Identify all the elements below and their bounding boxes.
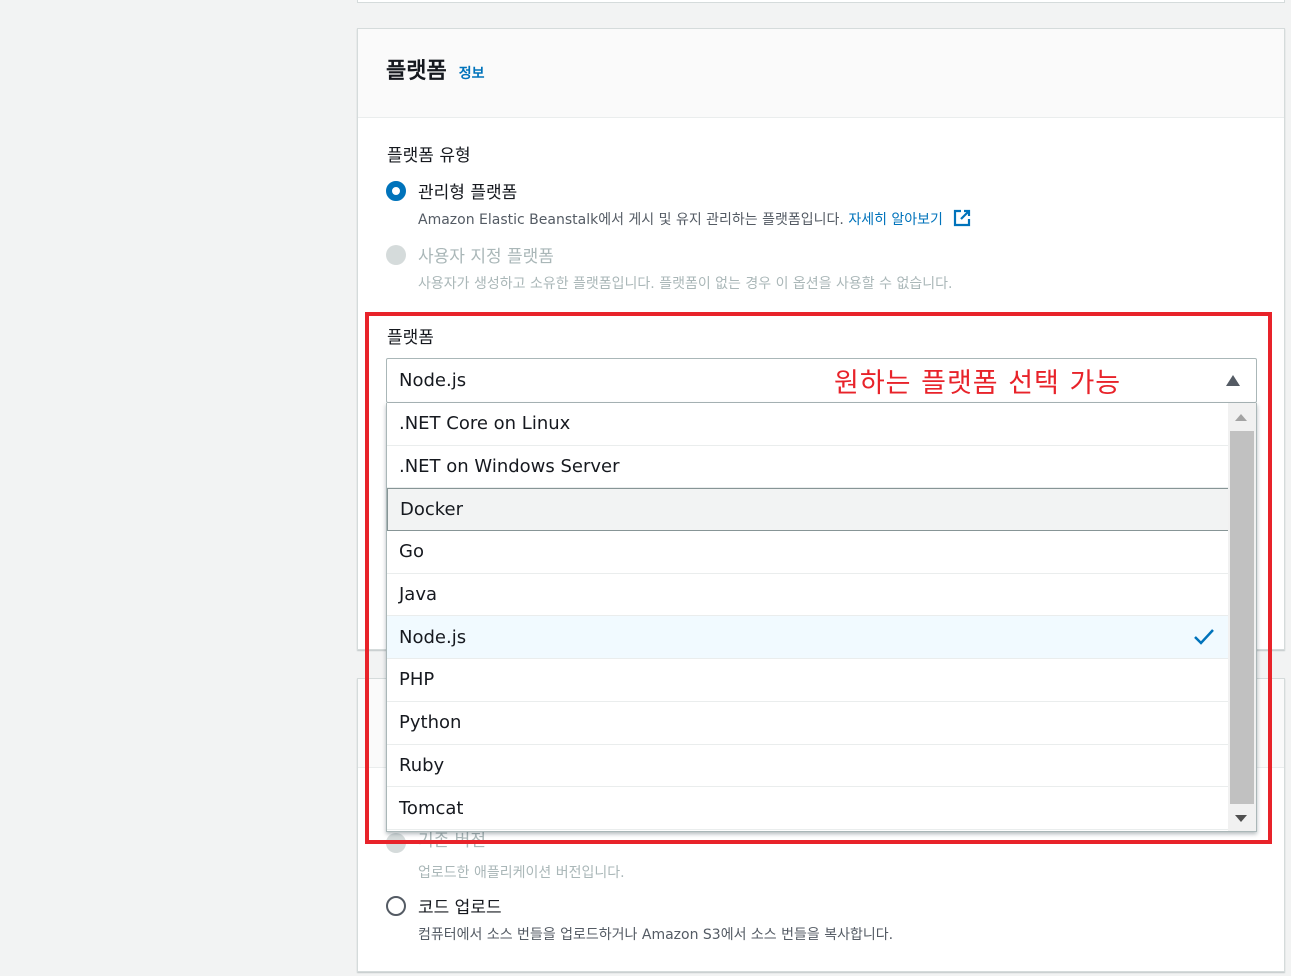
platform-field-label: 플랫폼 [387,328,434,348]
radio-upload-code[interactable]: 코드 업로드 컴퓨터에서 소스 번들을 업로드하거나 Amazon S3에서 소… [386,893,893,944]
check-icon [1194,629,1214,646]
radio-existing-version[interactable] [386,833,406,853]
option-java[interactable]: Java [387,574,1229,617]
scroll-thumb[interactable] [1230,431,1254,804]
managed-platform-desc: Amazon Elastic Beanstalk에서 게시 및 유지 관리하는 … [418,209,971,229]
radio-disabled-icon[interactable] [386,245,406,265]
option-php[interactable]: PHP [387,659,1229,702]
platform-dropdown-list: .NET Core on Linux .NET on Windows Serve… [386,403,1257,832]
external-link-icon[interactable] [953,209,971,227]
platform-select[interactable]: Node.js [386,358,1257,403]
info-link[interactable]: 정보 [459,63,485,83]
option-label: .NET on Windows Server [399,456,620,478]
dropdown-scrollbar[interactable] [1228,403,1256,831]
option-label: Go [399,541,424,563]
option-label: Tomcat [399,797,464,819]
option-ruby[interactable]: Ruby [387,745,1229,788]
annotation-text: 원하는 플랫폼 선택 가능 [834,368,1122,399]
learn-more-link[interactable]: 자세히 알아보기 [848,212,943,228]
existing-version-desc: 업로드한 애플리케이션 버전입니다. [418,865,625,881]
managed-platform-label: 관리형 플랫폼 [418,183,518,203]
option-docker[interactable]: Docker [387,488,1229,532]
radio-custom-platform[interactable]: 사용자 지정 플랫폼 사용자가 생성하고 소유한 플랫폼입니다. 플랫폼이 없는… [386,242,952,293]
option-dotnet-windows[interactable]: .NET on Windows Server [387,446,1229,489]
radio-managed-platform[interactable]: 관리형 플랫폼 Amazon Elastic Beanstalk에서 게시 및 … [386,178,971,229]
option-label: Ruby [399,754,445,776]
option-nodejs[interactable]: Node.js [387,616,1229,660]
custom-platform-label: 사용자 지정 플랫폼 [418,247,554,267]
previous-card-bottom [357,0,1285,3]
card-title: 플랫폼 [386,59,447,84]
scroll-down-arrow-icon[interactable] [1235,815,1247,822]
upload-code-label: 코드 업로드 [418,898,502,918]
radio-checked-icon[interactable] [386,181,406,201]
option-tomcat[interactable]: Tomcat [387,787,1229,830]
option-python[interactable]: Python [387,702,1229,745]
managed-desc-text: Amazon Elastic Beanstalk에서 게시 및 유지 관리하는 … [418,212,844,228]
option-label: Java [399,584,438,606]
scroll-up-arrow-icon[interactable] [1235,414,1247,421]
upload-code-desc: 컴퓨터에서 소스 번들을 업로드하거나 Amazon S3에서 소스 번들을 복… [418,927,894,943]
option-label: Python [399,712,462,734]
option-go[interactable]: Go [387,531,1229,574]
platform-type-label: 플랫폼 유형 [387,146,471,166]
option-label: .NET Core on Linux [399,413,571,435]
radio-unchecked-icon[interactable] [386,896,406,916]
platform-select-value: Node.js [399,370,467,391]
option-label: Node.js [399,626,467,648]
caret-up-icon [1226,375,1240,386]
page: 플랫폼 정보 플랫폼 유형 관리형 플랫폼 Amazon Elastic Bea… [0,0,1291,976]
custom-platform-desc: 사용자가 생성하고 소유한 플랫폼입니다. 플랫폼이 없는 경우 이 옵션을 사… [418,276,953,292]
platform-card-header: 플랫폼 정보 [358,29,1284,118]
option-label: Docker [400,499,464,521]
option-label: PHP [399,669,435,691]
option-dotnet-core-linux[interactable]: .NET Core on Linux [387,403,1229,446]
